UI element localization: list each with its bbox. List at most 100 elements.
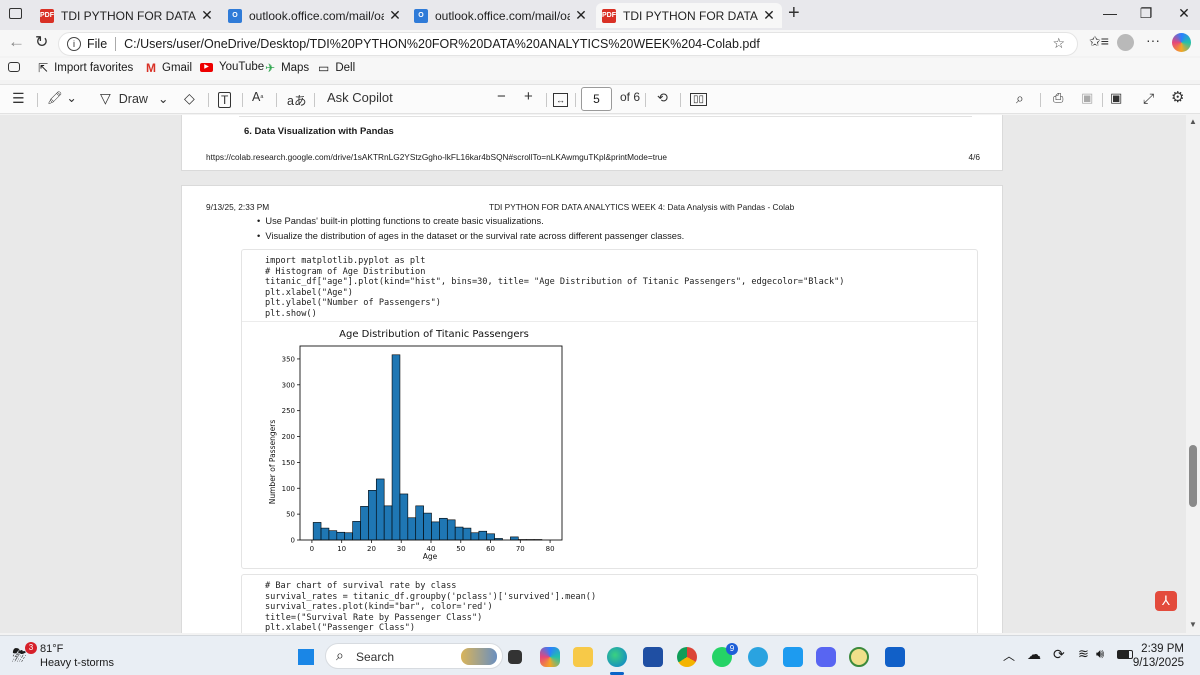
taskbar-search[interactable]: ⌕ Search	[325, 643, 503, 669]
minimize-icon[interactable]: —	[1098, 5, 1122, 21]
discord-icon[interactable]	[816, 647, 836, 667]
copilot-app-icon[interactable]	[540, 647, 560, 667]
sidebar-toggle-icon[interactable]	[8, 62, 20, 72]
more-icon[interactable]: ···	[1146, 32, 1160, 48]
histogram-bar	[439, 517, 448, 541]
browser-tab-1[interactable]: PDF TDI PYTHON FOR DATA ANALYTIC ✕	[34, 3, 220, 28]
eraser-icon[interactable]: ◇	[184, 90, 195, 107]
print-icon[interactable]: ⎙	[1053, 90, 1063, 106]
bookmark-dell[interactable]: ▭ Dell	[318, 61, 355, 75]
tab-title: outlook.office.com/mail/oauthRec	[249, 8, 384, 23]
twitter-icon[interactable]	[783, 647, 803, 667]
histogram-bar	[336, 531, 346, 541]
file-explorer-icon[interactable]	[573, 647, 593, 667]
divider	[37, 93, 38, 107]
zoom-in-icon[interactable]: +	[524, 88, 533, 105]
browser-tab-2[interactable]: O outlook.office.com/mail/oauthRec ✕	[222, 3, 408, 28]
translate-icon[interactable]: aあ	[287, 90, 306, 109]
histogram-bar	[360, 506, 369, 541]
fit-page-icon[interactable]: ↔	[553, 93, 568, 107]
bookmark-maps[interactable]: ✈ Maps	[265, 61, 309, 75]
avatar[interactable]	[1117, 34, 1134, 51]
folder-icon: ▭	[318, 61, 330, 75]
read-aloud-icon[interactable]: Aᵃ	[252, 90, 263, 104]
bookmark-gmail[interactable]: M Gmail	[146, 61, 192, 75]
tray-chevron-up-icon[interactable]: ︿	[1003, 647, 1015, 664]
page-number-input[interactable]: 5	[581, 87, 612, 111]
close-icon[interactable]: ✕	[388, 7, 402, 24]
histogram-bar	[352, 521, 361, 541]
bookmark-youtube[interactable]: ▶ YouTube	[200, 61, 264, 73]
histogram-bar	[344, 532, 353, 541]
info-icon[interactable]: i	[67, 37, 81, 51]
close-icon[interactable]: ✕	[762, 7, 776, 24]
highlight-icon[interactable]: 🖍︎ ⌄	[47, 90, 77, 106]
pdf-page-4: 6. Data Visualization with Pandas https:…	[181, 115, 1003, 171]
restore-icon[interactable]: ❐	[1134, 5, 1158, 22]
ask-copilot-button[interactable]: Ask Copilot	[327, 90, 393, 105]
scroll-up-icon[interactable]: ▲	[1189, 117, 1197, 126]
sync-icon[interactable]: ⟳	[1053, 646, 1065, 663]
chrome-icon[interactable]	[677, 647, 697, 667]
search-icon[interactable]: ⌕	[1016, 90, 1024, 107]
histogram-bar	[383, 505, 393, 541]
pdf-viewer[interactable]: 6. Data Visualization with Pandas https:…	[0, 115, 1200, 633]
new-tab-icon[interactable]: +	[788, 2, 800, 25]
vertical-scrollbar[interactable]: ▲ ▼	[1186, 115, 1200, 633]
coin-app-icon[interactable]	[849, 647, 869, 667]
contents-icon[interactable]: ☰	[12, 90, 25, 107]
browser-tab-4[interactable]: PDF TDI PYTHON FOR DATA ANALYTIC ✕	[596, 3, 782, 28]
address-row: ← ↻ i File C:/Users/user/OneDrive/Deskto…	[0, 30, 1200, 56]
weather-widget[interactable]: ⛈ 3 81°F Heavy t-storms	[10, 642, 130, 672]
x-tick-label: 0	[310, 545, 314, 553]
draw-button[interactable]: ▽ Draw ⌄	[100, 90, 168, 107]
save-as-icon[interactable]: ▣	[1110, 90, 1122, 106]
store-icon[interactable]	[643, 647, 663, 667]
bookmark-import-favorites[interactable]: ⇱ Import favorites	[38, 61, 133, 75]
edge-icon[interactable]	[607, 647, 627, 667]
back-icon[interactable]: ←	[8, 32, 25, 52]
volume-icon[interactable]: 🔊︎	[1096, 646, 1104, 662]
histogram-bar	[431, 521, 440, 541]
histogram-bar	[368, 490, 377, 541]
close-icon[interactable]: ✕	[574, 7, 588, 24]
telegram-icon[interactable]	[748, 647, 768, 667]
adobe-pdf-icon[interactable]: ⅄	[1155, 591, 1177, 611]
x-tick-label: 60	[486, 545, 495, 553]
output-divider	[242, 321, 977, 322]
save-icon[interactable]: ▣	[1081, 90, 1093, 106]
address-prefix: File	[87, 37, 108, 51]
wifi-icon[interactable]: ≋	[1078, 646, 1089, 662]
settings-gear-icon[interactable]: ⚙	[1171, 88, 1184, 106]
browser-tab-3[interactable]: O outlook.office.com/mail/oauthRec ✕	[408, 3, 594, 28]
close-icon[interactable]: ✕	[200, 7, 214, 24]
window-close-icon[interactable]: ✕	[1172, 5, 1196, 22]
scroll-down-icon[interactable]: ▼	[1189, 620, 1197, 629]
refresh-icon[interactable]: ↻	[35, 32, 48, 52]
address-bar[interactable]: i File C:/Users/user/OneDrive/Desktop/TD…	[58, 32, 1078, 56]
tab-title: TDI PYTHON FOR DATA ANALYTIC	[623, 8, 758, 23]
clock-time[interactable]: 2:39 PM	[1141, 643, 1184, 655]
outlook-app-icon[interactable]	[885, 647, 905, 667]
onedrive-icon[interactable]: ☁	[1027, 646, 1041, 663]
code-line: titanic_df["age"].plot(kind="hist", bins…	[265, 277, 845, 287]
tab-actions-icon[interactable]	[9, 8, 22, 19]
scrollbar-thumb[interactable]	[1189, 445, 1197, 507]
zoom-out-icon[interactable]: −	[497, 88, 506, 105]
histogram-bar	[423, 512, 432, 541]
pdf-toolbar: ☰ 🖍︎ ⌄ ▽ Draw ⌄ ◇ T Aᵃ aあ Ask Copilot − …	[0, 84, 1200, 114]
weather-desc: Heavy t-storms	[40, 657, 114, 669]
windows-start-icon[interactable]	[297, 648, 315, 666]
task-view-icon[interactable]	[508, 650, 522, 664]
favorites-icon[interactable]: ✩≡	[1089, 33, 1109, 50]
favorite-star-icon[interactable]: ☆	[1052, 35, 1065, 52]
text-box-icon[interactable]: T	[218, 92, 232, 108]
section-title: 6. Data Visualization with Pandas	[244, 126, 394, 137]
rotate-icon[interactable]: ⟲	[657, 90, 668, 106]
copilot-icon[interactable]	[1172, 33, 1191, 52]
battery-icon[interactable]	[1117, 650, 1133, 659]
page-view-icon[interactable]: ▯▯	[690, 93, 708, 106]
fullscreen-icon[interactable]: ⤢	[1143, 90, 1154, 107]
code-line: plt.xlabel("Age")	[265, 287, 353, 298]
clock-date[interactable]: 9/13/2025	[1133, 657, 1184, 669]
